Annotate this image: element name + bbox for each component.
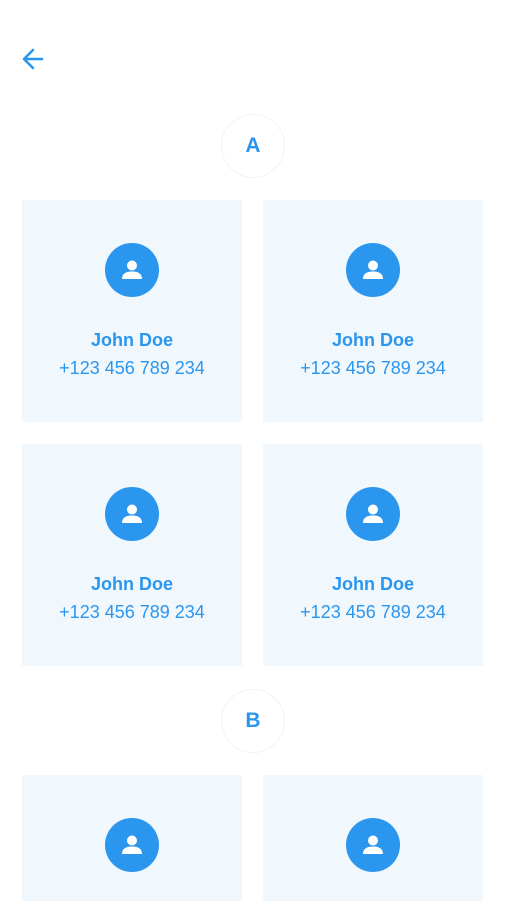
contact-grid-a: John Doe +123 456 789 234 John Doe +123 … — [22, 200, 483, 666]
contact-phone: +123 456 789 234 — [300, 358, 446, 378]
avatar — [105, 243, 159, 297]
contact-name: John Doe — [331, 574, 414, 594]
avatar — [105, 818, 159, 872]
contact-phone: +123 456 789 234 — [59, 358, 205, 378]
contact-card[interactable]: John Doe +123 456 789 234 — [263, 444, 483, 666]
person-icon — [122, 260, 142, 279]
contact-grid-b — [22, 775, 483, 901]
section-header-b: B — [221, 689, 285, 753]
avatar — [346, 487, 400, 541]
contact-card[interactable]: John Doe +123 456 789 234 — [22, 444, 242, 666]
contact-name: John Doe — [90, 574, 173, 594]
person-icon — [363, 260, 383, 279]
arrow-left-icon — [22, 48, 44, 70]
contact-card[interactable]: John Doe +123 456 789 234 — [22, 200, 242, 422]
contact-name: John Doe — [331, 330, 414, 350]
contact-card[interactable] — [263, 775, 483, 901]
avatar — [346, 818, 400, 872]
section-header-a: A — [221, 114, 285, 178]
person-icon — [122, 835, 142, 854]
person-icon — [363, 835, 383, 854]
contact-phone: +123 456 789 234 — [59, 602, 205, 622]
avatar — [346, 243, 400, 297]
contact-name: John Doe — [90, 330, 173, 350]
contact-card[interactable] — [22, 775, 242, 901]
avatar — [105, 487, 159, 541]
person-icon — [363, 504, 383, 523]
person-icon — [122, 504, 142, 523]
contact-phone: +123 456 789 234 — [300, 602, 446, 622]
back-button[interactable] — [18, 44, 48, 74]
contact-card[interactable]: John Doe +123 456 789 234 — [263, 200, 483, 422]
